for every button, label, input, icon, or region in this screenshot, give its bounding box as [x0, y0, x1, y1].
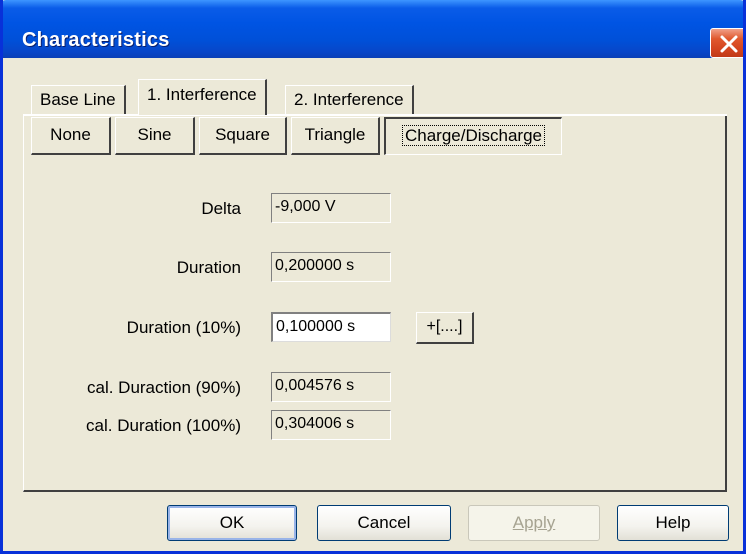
tab-1-interference[interactable]: 1. Interference	[138, 79, 267, 115]
mode-sine-button[interactable]: Sine	[115, 117, 195, 155]
delta-label: Delta	[201, 199, 241, 218]
close-button[interactable]	[710, 28, 743, 58]
mode-charge-discharge-label: Charge/Discharge	[401, 125, 545, 146]
cal-duration-90-label: cal. Duraction (90%)	[86, 378, 241, 397]
duration-10-input[interactable]: 0,100000 s	[271, 312, 391, 342]
apply-label: Apply	[512, 513, 556, 532]
mode-triangle-button[interactable]: Triangle	[291, 117, 380, 155]
tab-2-interference[interactable]: 2. Interference	[285, 85, 414, 115]
mode-charge-discharge-button[interactable]: Charge/Discharge	[384, 117, 562, 155]
cal-duration-100-field: 0,304006 s	[271, 410, 391, 440]
title-bar[interactable]: Characteristics	[3, 0, 743, 58]
help-button[interactable]: Help	[617, 505, 729, 541]
close-icon	[720, 35, 738, 53]
duration-10-label: Duration (10%)	[126, 318, 241, 337]
ok-button[interactable]: OK	[167, 505, 297, 541]
delta-field: -9,000 V	[271, 193, 391, 223]
duration-browse-button[interactable]: +[....]	[416, 312, 474, 344]
mode-none-button[interactable]: None	[31, 117, 111, 155]
duration-field: 0,200000 s	[271, 252, 391, 282]
tab-base-line[interactable]: Base Line	[31, 85, 126, 115]
characteristics-dialog: Characteristics Base Line 1. Interferenc…	[0, 0, 746, 554]
cal-duration-100-label: cal. Duration (100%)	[86, 416, 241, 435]
apply-button[interactable]: Apply	[468, 505, 600, 541]
duration-label: Duration	[176, 258, 241, 277]
mode-square-button[interactable]: Square	[199, 117, 287, 155]
window-title: Characteristics	[22, 29, 170, 51]
cancel-button[interactable]: Cancel	[317, 505, 451, 541]
cal-duration-90-field: 0,004576 s	[271, 372, 391, 402]
